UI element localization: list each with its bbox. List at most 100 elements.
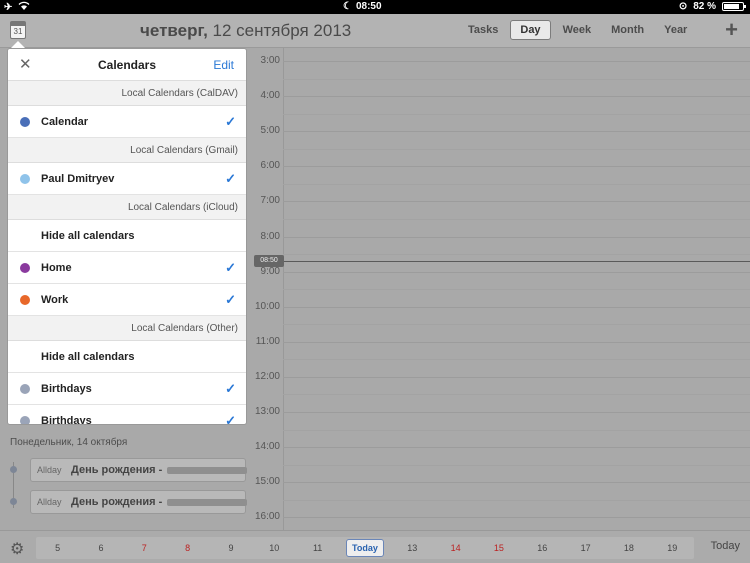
hour-label: 6:00 [260, 160, 280, 172]
date-strip-day[interactable]: 6 [86, 543, 116, 553]
popover-header: ✕ Calendars Edit [8, 49, 246, 81]
date-strip-day[interactable]: 17 [571, 543, 601, 553]
date-strip-day[interactable]: 8 [173, 543, 203, 553]
edit-button[interactable]: Edit [213, 58, 234, 72]
hour-label: 14:00 [254, 441, 280, 453]
hour-line [283, 341, 750, 343]
date-strip-day[interactable]: 5 [43, 543, 73, 553]
view-switcher: Tasks Day Week Month Year [458, 20, 697, 40]
tab-month[interactable]: Month [601, 20, 654, 40]
half-hour-line [283, 78, 750, 80]
calendar-row[interactable]: Hide all calendars [8, 220, 246, 252]
event-allday-label: Allday [37, 465, 62, 475]
hour-label: 12:00 [254, 370, 280, 382]
checkmark-icon: ✓ [225, 413, 236, 425]
hour-label: 4:00 [260, 90, 280, 102]
date-strip-day[interactable]: 7 [129, 543, 159, 553]
hour-line [283, 236, 750, 238]
half-hour-line [283, 148, 750, 150]
popover-arrow [11, 41, 25, 48]
event-item[interactable]: Allday День рождения - [30, 490, 247, 514]
checkmark-icon: ✓ [225, 171, 236, 186]
battery-icon [722, 2, 746, 11]
checkmark-icon: ✓ [225, 381, 236, 396]
hour-label: 5:00 [260, 125, 280, 137]
calendar-row[interactable]: Paul Dmitryev ✓ [8, 163, 246, 195]
date-strip-day[interactable]: 13 [397, 543, 427, 553]
moon-icon: ☾ [343, 1, 352, 12]
hour-line [283, 376, 750, 378]
today-date-button[interactable]: Today [345, 539, 384, 557]
calendar-row[interactable]: Work ✓ [8, 284, 246, 316]
hour-line [283, 61, 750, 62]
event-allday-label: Allday [37, 497, 62, 507]
today-button[interactable]: Today [711, 540, 740, 552]
hour-label: 10:00 [254, 300, 280, 312]
calendar-row-label: Home [41, 262, 72, 274]
half-hour-line [283, 464, 750, 466]
event-title: День рождения - [71, 496, 163, 508]
status-time: 08:50 [355, 1, 382, 12]
calendar-section-header: Local Calendars (Other) [8, 316, 246, 341]
half-hour-line [283, 218, 750, 220]
calendar-section-header: Local Calendars (CalDAV) [8, 81, 246, 106]
calendar-color-dot [20, 384, 30, 394]
calendar-row-label: Birthdays [41, 415, 92, 425]
hour-line [283, 517, 750, 519]
event-item[interactable]: Allday День рождения - [30, 458, 247, 482]
calendar-section-header: Local Calendars (Gmail) [8, 138, 246, 163]
calendar-list-icon[interactable]: 31 [10, 21, 26, 39]
half-hour-line [283, 394, 750, 396]
page-title: четверг, 12 сентября 2013 [140, 21, 352, 40]
date-strip-day[interactable]: 10 [259, 543, 289, 553]
hour-line [283, 96, 750, 98]
date-strip-day[interactable]: 18 [614, 543, 644, 553]
date-strip-day[interactable]: 16 [527, 543, 557, 553]
hour-line [283, 131, 750, 133]
calendar-row-label: Paul Dmitryev [41, 173, 115, 185]
calendar-row[interactable]: Calendar ✓ [8, 106, 246, 138]
popover-title: Calendars [97, 58, 157, 72]
hour-label: 13:00 [254, 406, 280, 417]
gear-icon[interactable]: ⚙ [10, 539, 24, 559]
date-strip: 5 6 7 8 9 10 11 Today 13 14 15 16 17 18 19 [36, 537, 694, 559]
add-event-button[interactable]: + [725, 17, 738, 43]
date-strip-day[interactable]: 9 [216, 543, 246, 553]
tab-tasks[interactable]: Tasks [458, 20, 508, 40]
popover-body: Local Calendars (CalDAV) Calendar ✓ Local C… [8, 81, 246, 425]
wifi-icon [18, 1, 30, 13]
calendar-section-header: Local Calendars (iCloud) [8, 195, 246, 220]
calendar-row-label: Work [41, 294, 69, 306]
date-strip-day[interactable]: 14 [441, 543, 471, 553]
tab-day[interactable]: Day [510, 20, 551, 40]
calendar-row[interactable]: Birthdays ✓ [8, 373, 246, 405]
date-strip-day[interactable]: 15 [484, 543, 514, 553]
hour-label: 11:00 [255, 335, 280, 347]
calendar-row[interactable]: Hide all calendars [8, 341, 246, 373]
calendar-color-dot [20, 416, 30, 424]
calendar-color-dot [20, 117, 30, 127]
calendar-row[interactable]: Home ✓ [8, 252, 246, 284]
date-strip-day[interactable]: 11 [303, 543, 333, 553]
date-strip-day[interactable]: 19 [657, 543, 687, 553]
hour-label: 7:00 [260, 195, 280, 207]
event-dot [10, 498, 17, 505]
half-hour-line [283, 183, 750, 185]
half-hour-line [283, 113, 750, 115]
current-time-badge: 08:50 [254, 255, 284, 267]
calendar-row-label: Hide all calendars [41, 351, 135, 363]
status-bar: ✈ ☾ 08:50 ⊙ 82 % [0, 0, 750, 14]
calendar-row[interactable]: Birthdays ✓ [8, 405, 246, 425]
tab-year[interactable]: Year [654, 20, 697, 40]
calendar-row-label: Hide all calendars [41, 230, 135, 242]
redacted-name [167, 499, 247, 506]
half-hour-line [283, 429, 750, 431]
checkmark-icon: ✓ [225, 114, 236, 129]
tab-week[interactable]: Week [553, 20, 602, 40]
bottom-toolbar: ⚙ 5 6 7 8 9 10 11 Today 13 14 15 16 17 18 19 Today [0, 530, 750, 563]
checkmark-icon: ✓ [225, 260, 236, 275]
calendar-color-dot [20, 263, 30, 273]
current-time-line [283, 261, 750, 262]
calendar-color-dot [20, 174, 30, 184]
calendar-row-label: Calendar [41, 116, 89, 128]
